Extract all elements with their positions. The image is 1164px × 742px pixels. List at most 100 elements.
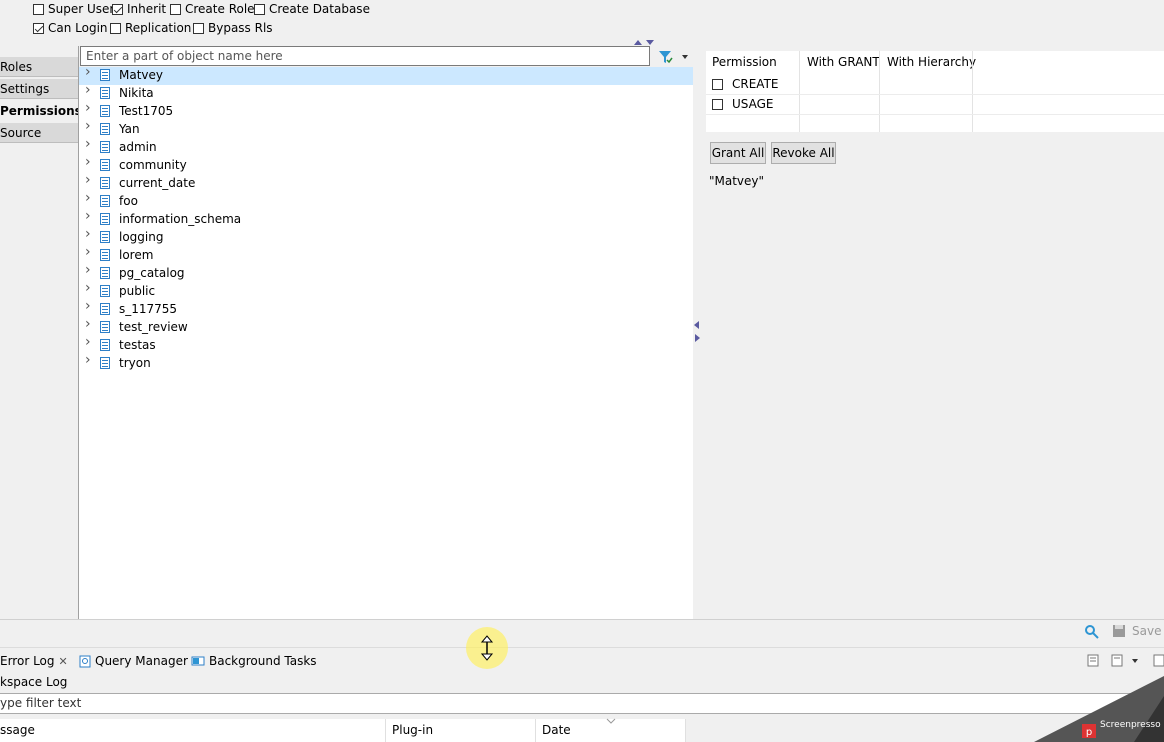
create-role-checkbox[interactable]: Create Role (170, 2, 255, 16)
save-icon[interactable] (1112, 624, 1126, 638)
tab-settings[interactable]: Settings (0, 79, 78, 99)
bypass-rls-checkbox[interactable]: Bypass Rls (193, 21, 273, 35)
object-filter-input[interactable] (80, 46, 650, 66)
usage-permission-check[interactable] (712, 99, 723, 110)
bypass-rls-check[interactable] (193, 22, 204, 34)
permission-row-usage[interactable]: USAGE (712, 94, 774, 115)
log-toolbar-icons[interactable] (1086, 653, 1164, 669)
tree-item[interactable]: › testas (79, 335, 693, 355)
can-login-checkbox[interactable]: Can Login (33, 21, 108, 35)
schema-icon (100, 123, 110, 135)
schema-icon (100, 321, 110, 333)
inherit-check[interactable] (112, 3, 123, 15)
column-plugin[interactable]: Plug-in (386, 719, 536, 742)
tree-item-label: tryon (119, 356, 151, 370)
tree-item[interactable]: › tryon (79, 353, 693, 373)
chevron-right-icon[interactable]: › (85, 173, 95, 187)
chevron-right-icon[interactable]: › (85, 191, 95, 205)
sort-desc-icon (606, 718, 616, 724)
tree-item-label: logging (119, 230, 164, 244)
super-user-checkbox[interactable]: Super User (33, 2, 114, 16)
chevron-right-icon[interactable]: › (85, 317, 95, 331)
create-database-checkbox[interactable]: Create Database (254, 2, 370, 16)
tree-item[interactable]: › community (79, 155, 693, 175)
tree-item[interactable]: › Matvey (79, 65, 693, 85)
grant-all-button[interactable]: Grant All (710, 142, 766, 164)
chevron-right-icon[interactable]: › (85, 83, 95, 97)
replication-label: Replication (125, 21, 192, 35)
revoke-all-button[interactable]: Revoke All (771, 142, 836, 164)
schema-icon (100, 231, 110, 243)
collapse-arrows-icon[interactable] (632, 38, 658, 46)
chevron-right-icon[interactable]: › (85, 137, 95, 151)
create-database-check[interactable] (254, 3, 265, 15)
log-filter-input[interactable]: ype filter text (0, 693, 1164, 714)
super-user-label: Super User (48, 2, 115, 16)
chevron-right-icon[interactable]: › (85, 155, 95, 169)
tab-error-log[interactable]: Error Log ✕ (0, 654, 68, 668)
save-button[interactable]: Save ... (1132, 624, 1164, 638)
filter-icon[interactable] (657, 49, 691, 65)
tree-item[interactable]: › pg_catalog (79, 263, 693, 283)
tree-item[interactable]: › Yan (79, 119, 693, 139)
tab-permissions[interactable]: Permissions (0, 101, 82, 121)
schema-icon (100, 249, 110, 261)
tree-item[interactable]: › admin (79, 137, 693, 157)
tab-query-manager[interactable]: Query Manager (79, 654, 188, 668)
create-permission-check[interactable] (712, 79, 723, 90)
workspace-log-label: kspace Log (0, 675, 68, 689)
background-tasks-icon (191, 656, 205, 666)
close-icon[interactable]: ✕ (59, 655, 68, 668)
create-database-label: Create Database (269, 2, 370, 16)
permissions-table: Permission With GRANT With Hierarchy CRE… (706, 51, 1164, 132)
chevron-right-icon[interactable]: › (85, 281, 95, 295)
create-role-check[interactable] (170, 3, 181, 15)
tree-item[interactable]: › logging (79, 227, 693, 247)
tree-item-label: testas (119, 338, 156, 352)
splitter-arrows-icon[interactable] (693, 320, 701, 344)
chevron-right-icon[interactable]: › (85, 65, 95, 79)
tree-item-label: Matvey (119, 68, 163, 82)
chevron-right-icon[interactable]: › (85, 353, 95, 367)
schema-icon (100, 159, 110, 171)
chevron-right-icon[interactable]: › (85, 299, 95, 313)
permission-row-create[interactable]: CREATE (712, 74, 779, 95)
chevron-right-icon[interactable]: › (85, 119, 95, 133)
chevron-right-icon[interactable]: › (85, 245, 95, 259)
tab-roles[interactable]: Roles (0, 57, 78, 77)
tree-item[interactable]: › Test1705 (79, 101, 693, 121)
schema-icon (100, 357, 110, 369)
chevron-right-icon[interactable]: › (85, 263, 95, 277)
replication-check[interactable] (110, 22, 121, 34)
tree-item[interactable]: › test_review (79, 317, 693, 337)
tree-item[interactable]: › public (79, 281, 693, 301)
chevron-right-icon[interactable]: › (85, 227, 95, 241)
schema-icon (100, 69, 110, 81)
tree-item-label: Yan (119, 122, 140, 136)
tree-item[interactable]: › Nikita (79, 83, 693, 103)
tree-item-label: pg_catalog (119, 266, 185, 280)
can-login-check[interactable] (33, 22, 44, 34)
watermark-page-curl: p (1034, 676, 1164, 742)
tree-item[interactable]: › information_schema (79, 209, 693, 229)
chevron-right-icon[interactable]: › (85, 101, 95, 115)
query-manager-icon (79, 655, 91, 667)
replication-checkbox[interactable]: Replication (110, 21, 191, 35)
inherit-checkbox[interactable]: Inherit (112, 2, 166, 16)
tab-source[interactable]: Source (0, 123, 78, 143)
tree-item[interactable]: › foo (79, 191, 693, 211)
chevron-right-icon[interactable]: › (85, 335, 95, 349)
tree-item-label: community (119, 158, 187, 172)
background-tasks-label: Background Tasks (209, 654, 317, 668)
tree-item[interactable]: › current_date (79, 173, 693, 193)
tab-background-tasks[interactable]: Background Tasks (191, 654, 317, 668)
permission-name: CREATE (732, 77, 779, 91)
chevron-right-icon[interactable]: › (85, 209, 95, 223)
schema-icon (100, 141, 110, 153)
super-user-check[interactable] (33, 3, 44, 15)
tree-item[interactable]: › s_117755 (79, 299, 693, 319)
tree-item[interactable]: › lorem (79, 245, 693, 265)
resize-cursor-icon (480, 635, 494, 661)
column-message[interactable]: ssage (0, 719, 386, 742)
search-icon[interactable] (1084, 624, 1100, 640)
